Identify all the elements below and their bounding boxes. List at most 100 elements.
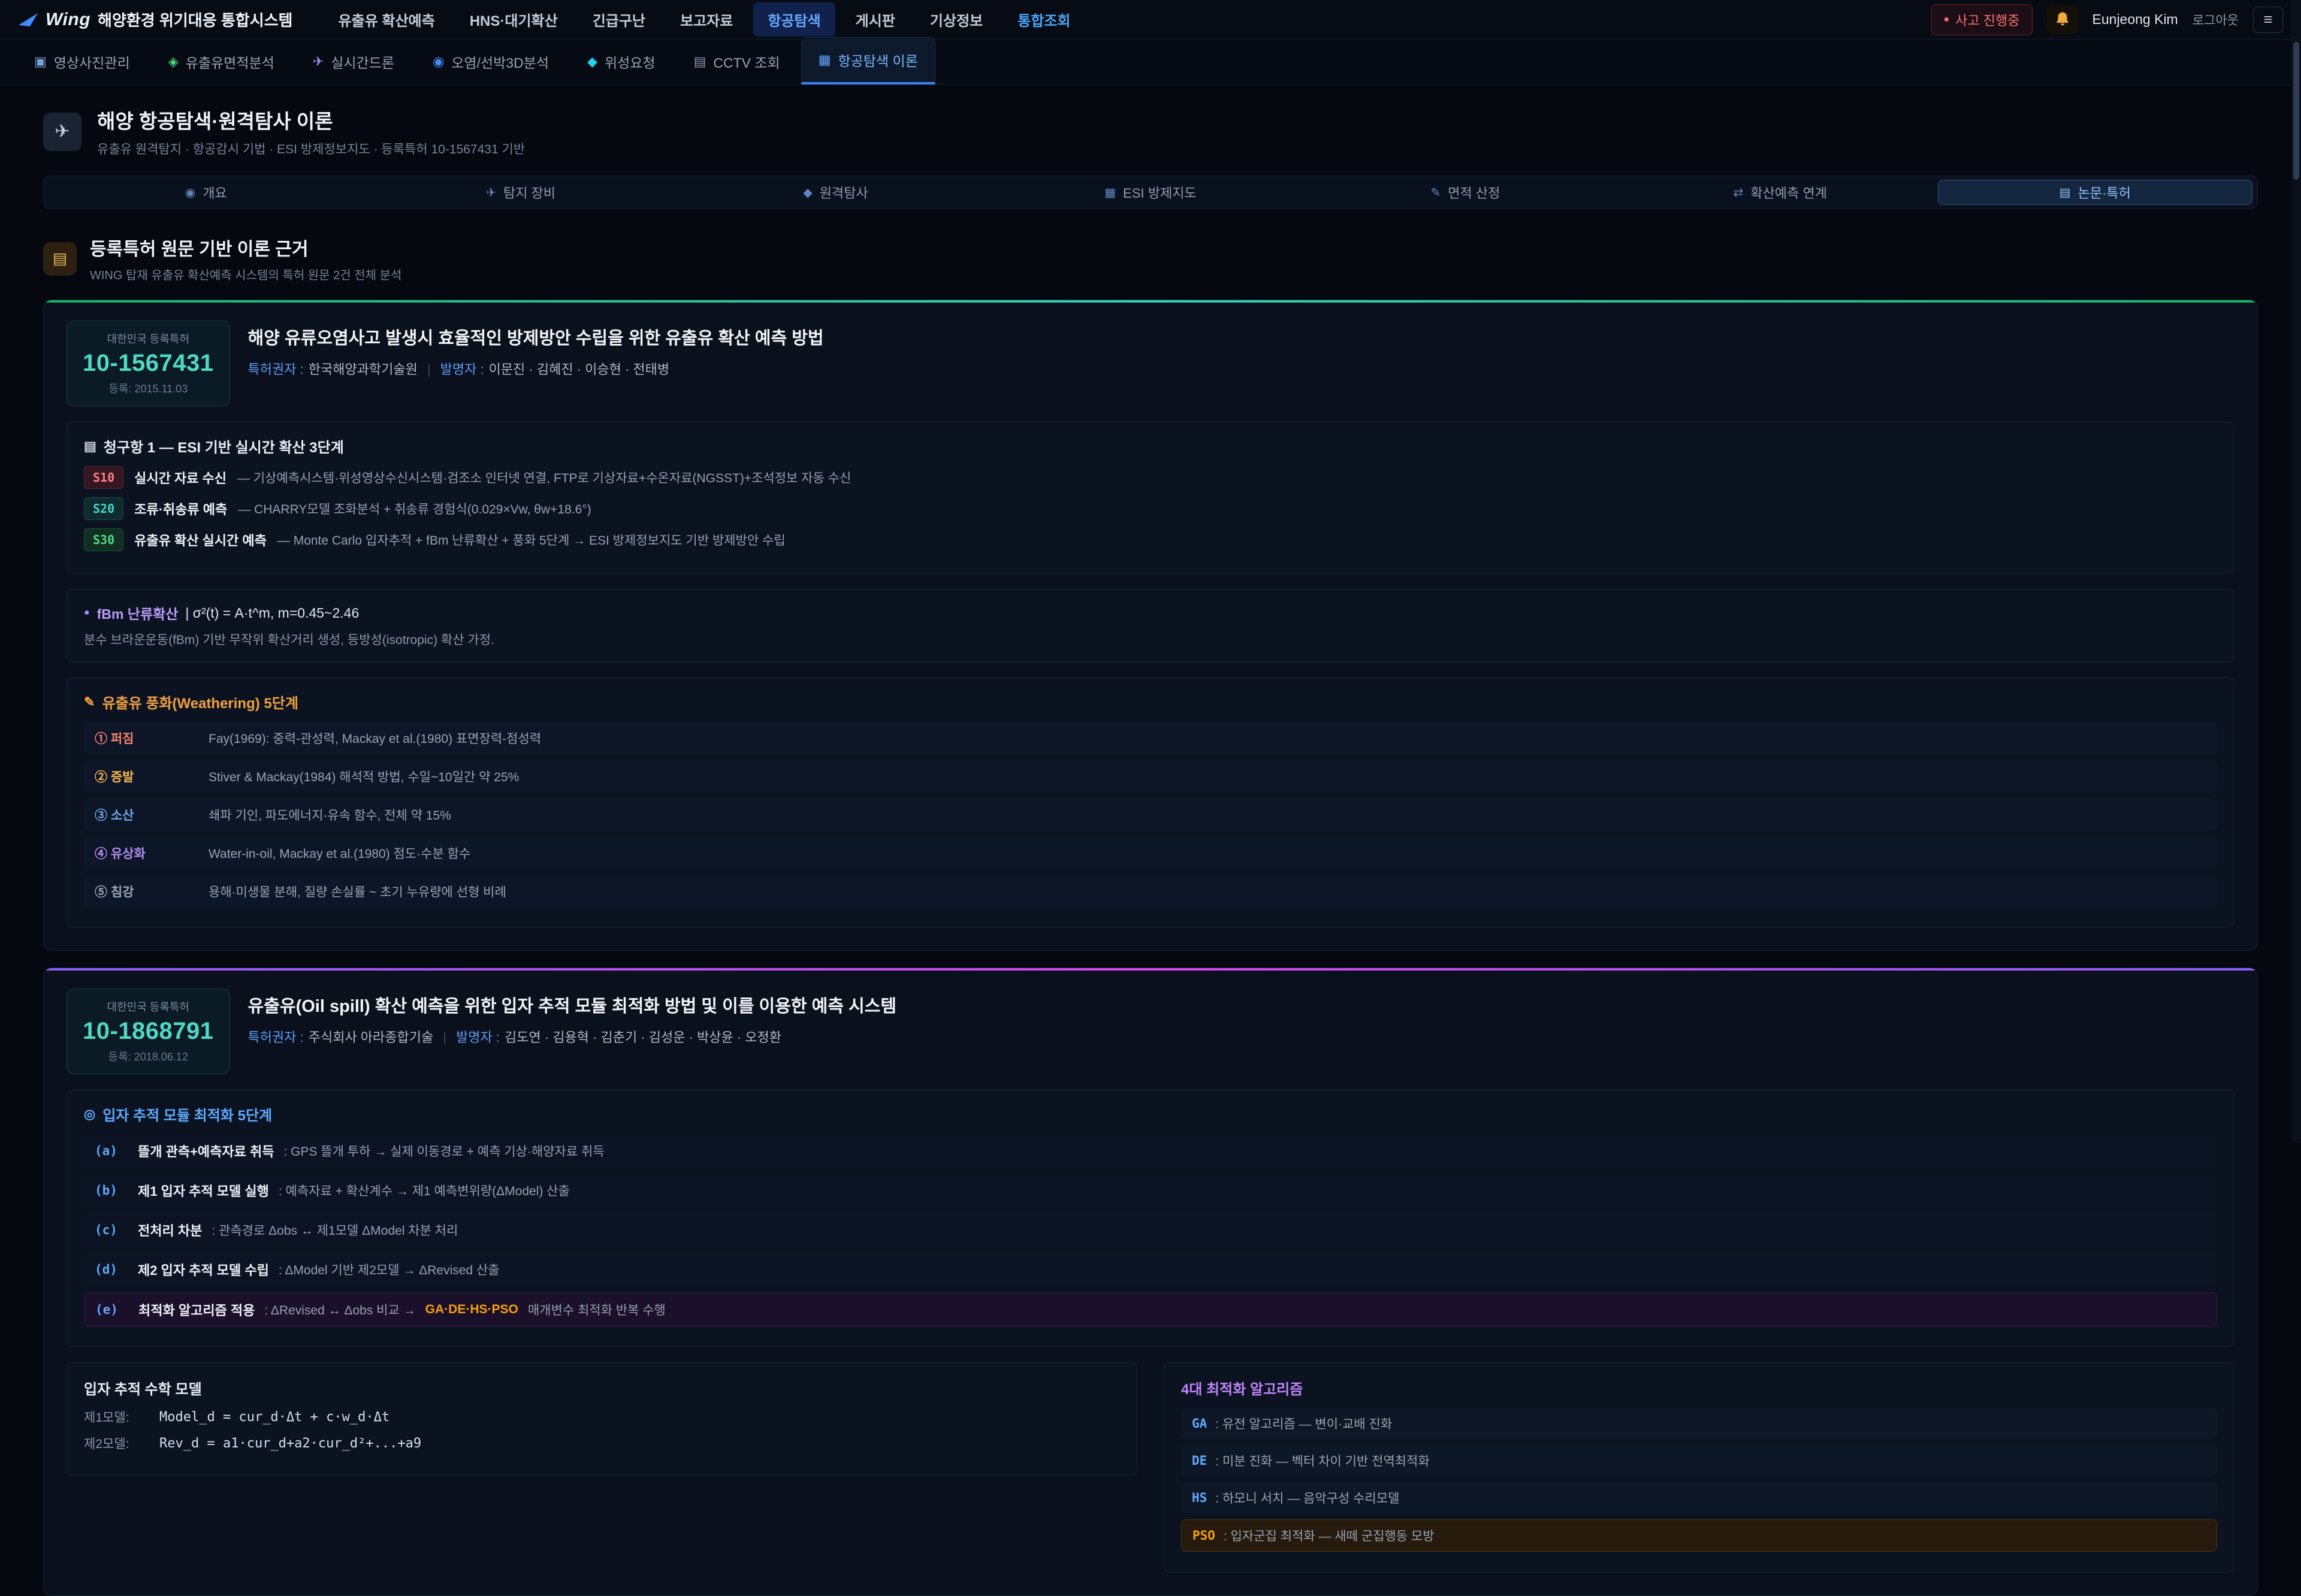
pill-detection-equipment[interactable]: ✈ 탐지 장비: [363, 180, 678, 205]
tab-oil-area-analysis[interactable]: ◈ 유출유면적분석: [151, 39, 292, 84]
step-desc-pre: : ΔRevised ↔ Δobs 비교 →: [264, 1301, 415, 1319]
pill-diffusion-link[interactable]: ⇄ 확산예측 연계: [1623, 180, 1937, 205]
pencil-icon: ✎: [1430, 185, 1441, 200]
patent-country-label: 대한민국 등록특허: [83, 331, 214, 346]
tab-image-photo-management[interactable]: ▣ 영상사진관리: [17, 39, 147, 84]
weathering-title-row: ✎ 유출유 풍화(Weathering) 5단계: [84, 691, 2217, 712]
weathering-stage-label: ⑤ 침강: [95, 882, 209, 900]
top-navbar: Wing 해양환경 위기대응 통합시스템 유출유 확산예측 HNS·대기확산 긴…: [0, 0, 2301, 40]
pill-papers-patents[interactable]: ▤ 논문·특허: [1938, 180, 2252, 205]
math-model-box: 입자 추적 수학 모델 제1모델: Model_d = cur_d·Δt + c…: [67, 1362, 1137, 1476]
nav-item-emergency-rescue[interactable]: 긴급구난: [578, 2, 660, 37]
step-letter: (b): [95, 1183, 128, 1198]
nav-item-weather-info[interactable]: 기상정보: [916, 2, 997, 37]
tab-aerial-search-theory[interactable]: ▦ 항공탐색 이론: [801, 37, 935, 84]
patent-head: 대한민국 등록특허 10-1567431 등록: 2015.11.03 해양 유…: [67, 321, 2234, 406]
fbm-name: fBm 난류확산: [97, 603, 179, 623]
weathering-stage-desc: 쇄파 기인, 파도에너지·유속 함수, 전체 약 15%: [209, 806, 451, 824]
fbm-formula: | σ²(t) = A·t^m, m=0.45~2.46: [185, 605, 359, 621]
weathering-stage-desc: Fay(1969): 중력-관성력, Mackay et al.(1980) 표…: [209, 729, 541, 747]
incident-dot-icon: ●: [1944, 14, 1950, 25]
weathering-row: ④ 유상화 Water-in-oil, Mackay et al.(1980) …: [84, 837, 2217, 869]
weathering-row: ② 증발 Stiver & Mackay(1984) 해석적 방법, 수일~10…: [84, 760, 2217, 793]
pill-area-calculation[interactable]: ✎ 면적 산정: [1308, 180, 1623, 205]
nav-item-aerial-search[interactable]: 항공탐색: [753, 2, 835, 37]
theory-chart-icon: ▦: [819, 52, 831, 68]
step-desc: — Monte Carlo 입자추적 + fBm 난류확산 + 풍화 5단계 →…: [277, 531, 786, 549]
owner-value: 한국해양과학기술원: [309, 362, 418, 377]
step-letter: (e): [95, 1302, 129, 1317]
step-letter: (d): [95, 1262, 128, 1277]
satellite-icon: ◆: [587, 54, 597, 69]
weathering-row: ⑤ 침강 용해·미생물 분해, 질량 손실률 ~ 초기 누유량에 선형 비례: [84, 875, 2217, 908]
patent-title: 유출유(Oil spill) 확산 예측을 위한 입자 추적 모듈 최적화 방법…: [248, 992, 897, 1017]
pill-label: 면적 산정: [1448, 183, 1500, 202]
weathering-title: 유출유 풍화(Weathering) 5단계: [102, 691, 298, 712]
step-desc-post: 매개변수 최적화 반복 수행: [528, 1301, 666, 1319]
fbm-box: ● fBm 난류확산 | σ²(t) = A·t^m, m=0.45~2.46 …: [67, 589, 2234, 662]
patent-number-badge: 대한민국 등록특허 10-1567431 등록: 2015.11.03: [67, 321, 230, 406]
algorithm-desc: : 입자군집 최적화 — 새떼 군집행동 모방: [1224, 1527, 1435, 1544]
notification-bell-icon[interactable]: [2047, 5, 2078, 34]
drone-icon: ✈: [313, 54, 324, 69]
step-code-badge: S10: [84, 466, 123, 489]
pill-esi-map[interactable]: ▦ ESI 방제지도: [993, 180, 1307, 205]
claim-title: 청구항 1 — ESI 기반 실시간 확산 3단계: [104, 436, 344, 457]
math-model-line: 제1모델: Model_d = cur_d·Δt + c·w_d·Δt: [84, 1408, 1120, 1426]
tab-label: 실시간드론: [331, 52, 394, 72]
book-icon: ▤: [43, 242, 77, 276]
weathering-stage-label: ① 퍼짐: [95, 729, 209, 747]
satellite-icon: ◆: [803, 185, 812, 200]
patent-meta: 특허권자 :주식회사 아라종합기술|발명자 :김도연 · 김용혁 · 김춘기 ·…: [248, 1027, 897, 1046]
tab-pollution-ship-3d[interactable]: ◉ 오염/선박3D분석: [415, 39, 566, 84]
page-scrollbar[interactable]: [2291, 0, 2301, 1142]
claim-box: ▤ 청구항 1 — ESI 기반 실시간 확산 3단계 S10 실시간 자료 수…: [67, 422, 2234, 573]
step-title: 전처리 차분: [138, 1220, 202, 1240]
step-code-badge: S30: [84, 528, 123, 551]
step-title: 제2 입자 추적 모델 수립: [138, 1260, 269, 1279]
step-desc: — CHARRY모델 조화분석 + 취송류 경험식(0.029×Vw, θw+1…: [238, 500, 591, 518]
logout-button[interactable]: 로그아웃: [2193, 11, 2239, 29]
pill-remote-sensing[interactable]: ◆ 원격탐사: [678, 180, 993, 205]
weathering-box: ✎ 유출유 풍화(Weathering) 5단계 ① 퍼짐 Fay(1969):…: [67, 678, 2234, 927]
nav-item-oil-spill-prediction[interactable]: 유출유 확산예측: [324, 2, 449, 37]
inventors-value: 이문진 · 김혜진 · 이승현 · 전태병: [489, 362, 670, 377]
claim-step-row: S10 실시간 자료 수신 — 기상예측시스템·위성영상수신시스템·검조소 인터…: [84, 466, 2217, 489]
app-logo[interactable]: Wing 해양환경 위기대응 통합시스템: [18, 8, 292, 31]
claim-step-row: S30 유출유 확산 실시간 예측 — Monte Carlo 입자추적 + f…: [84, 528, 2217, 551]
pill-overview[interactable]: ◉ 개요: [49, 180, 363, 205]
step-code-badge: S20: [84, 497, 123, 520]
incident-status-badge[interactable]: ● 사고 진행중: [1931, 4, 2033, 35]
fbm-description: 분수 브라운운동(fBm) 기반 무작위 확산거리 생성, 등방성(isotro…: [84, 630, 2217, 648]
algorithms-highlight: GA·DE·HS·PSO: [425, 1302, 518, 1317]
pill-label: 개요: [203, 183, 227, 202]
scrollbar-thumb[interactable]: [2293, 42, 2299, 180]
algorithm-desc: : 유전 알고리즘 — 변이·교배 진화: [1215, 1414, 1392, 1432]
step-letter: (a): [95, 1144, 128, 1158]
meta-separator: |: [427, 362, 431, 377]
tab-satellite-request[interactable]: ◆ 위성요청: [570, 39, 673, 84]
optimization-step-row: (a) 뜰개 관측+예측자료 취득 : GPS 뜰개 투하 → 실제 이동경로 …: [84, 1134, 2217, 1168]
sub-navbar: ▣ 영상사진관리 ◈ 유출유면적분석 ✈ 실시간드론 ◉ 오염/선박3D분석 ◆…: [0, 40, 2301, 85]
algorithm-code: GA: [1192, 1416, 1207, 1431]
nav-item-board[interactable]: 게시판: [841, 2, 910, 37]
claim-doc-icon: ▤: [84, 439, 96, 454]
nav-item-integrated-search[interactable]: 통합조회: [1003, 2, 1085, 37]
optimization-box: ◎ 입자 추적 모듈 최적화 5단계 (a) 뜰개 관측+예측자료 취득 : G…: [67, 1090, 2234, 1347]
tab-cctv-view[interactable]: ▤ CCTV 조회: [677, 39, 798, 84]
tab-realtime-drone[interactable]: ✈ 실시간드론: [295, 39, 412, 84]
wing-logo-icon: [18, 12, 38, 28]
section-subtitle: WING 탑재 유출유 확산예측 시스템의 특허 원문 2건 전체 분석: [90, 265, 401, 283]
nav-item-hns-atmospheric[interactable]: HNS·대기확산: [455, 2, 572, 37]
optimization-title: 입자 추적 모듈 최적화 5단계: [102, 1104, 272, 1125]
section-header: ▤ 등록특허 원문 기반 이론 근거 WING 탑재 유출유 확산예측 시스템의…: [43, 234, 2258, 283]
tab-label: 영상사진관리: [54, 52, 130, 72]
algorithm-desc: : 하모니 서치 — 음악구성 수리모델: [1215, 1489, 1399, 1507]
globe-icon: ◉: [185, 185, 195, 200]
hamburger-menu-icon[interactable]: ≡: [2253, 7, 2283, 33]
photo-icon: ▣: [34, 54, 47, 69]
step-title: 제1 입자 추적 모델 실행: [138, 1181, 269, 1200]
nav-item-reports[interactable]: 보고자료: [666, 2, 747, 37]
weathering-stage-label: ③ 소산: [95, 806, 209, 824]
pill-label: 논문·특허: [2078, 183, 2131, 202]
